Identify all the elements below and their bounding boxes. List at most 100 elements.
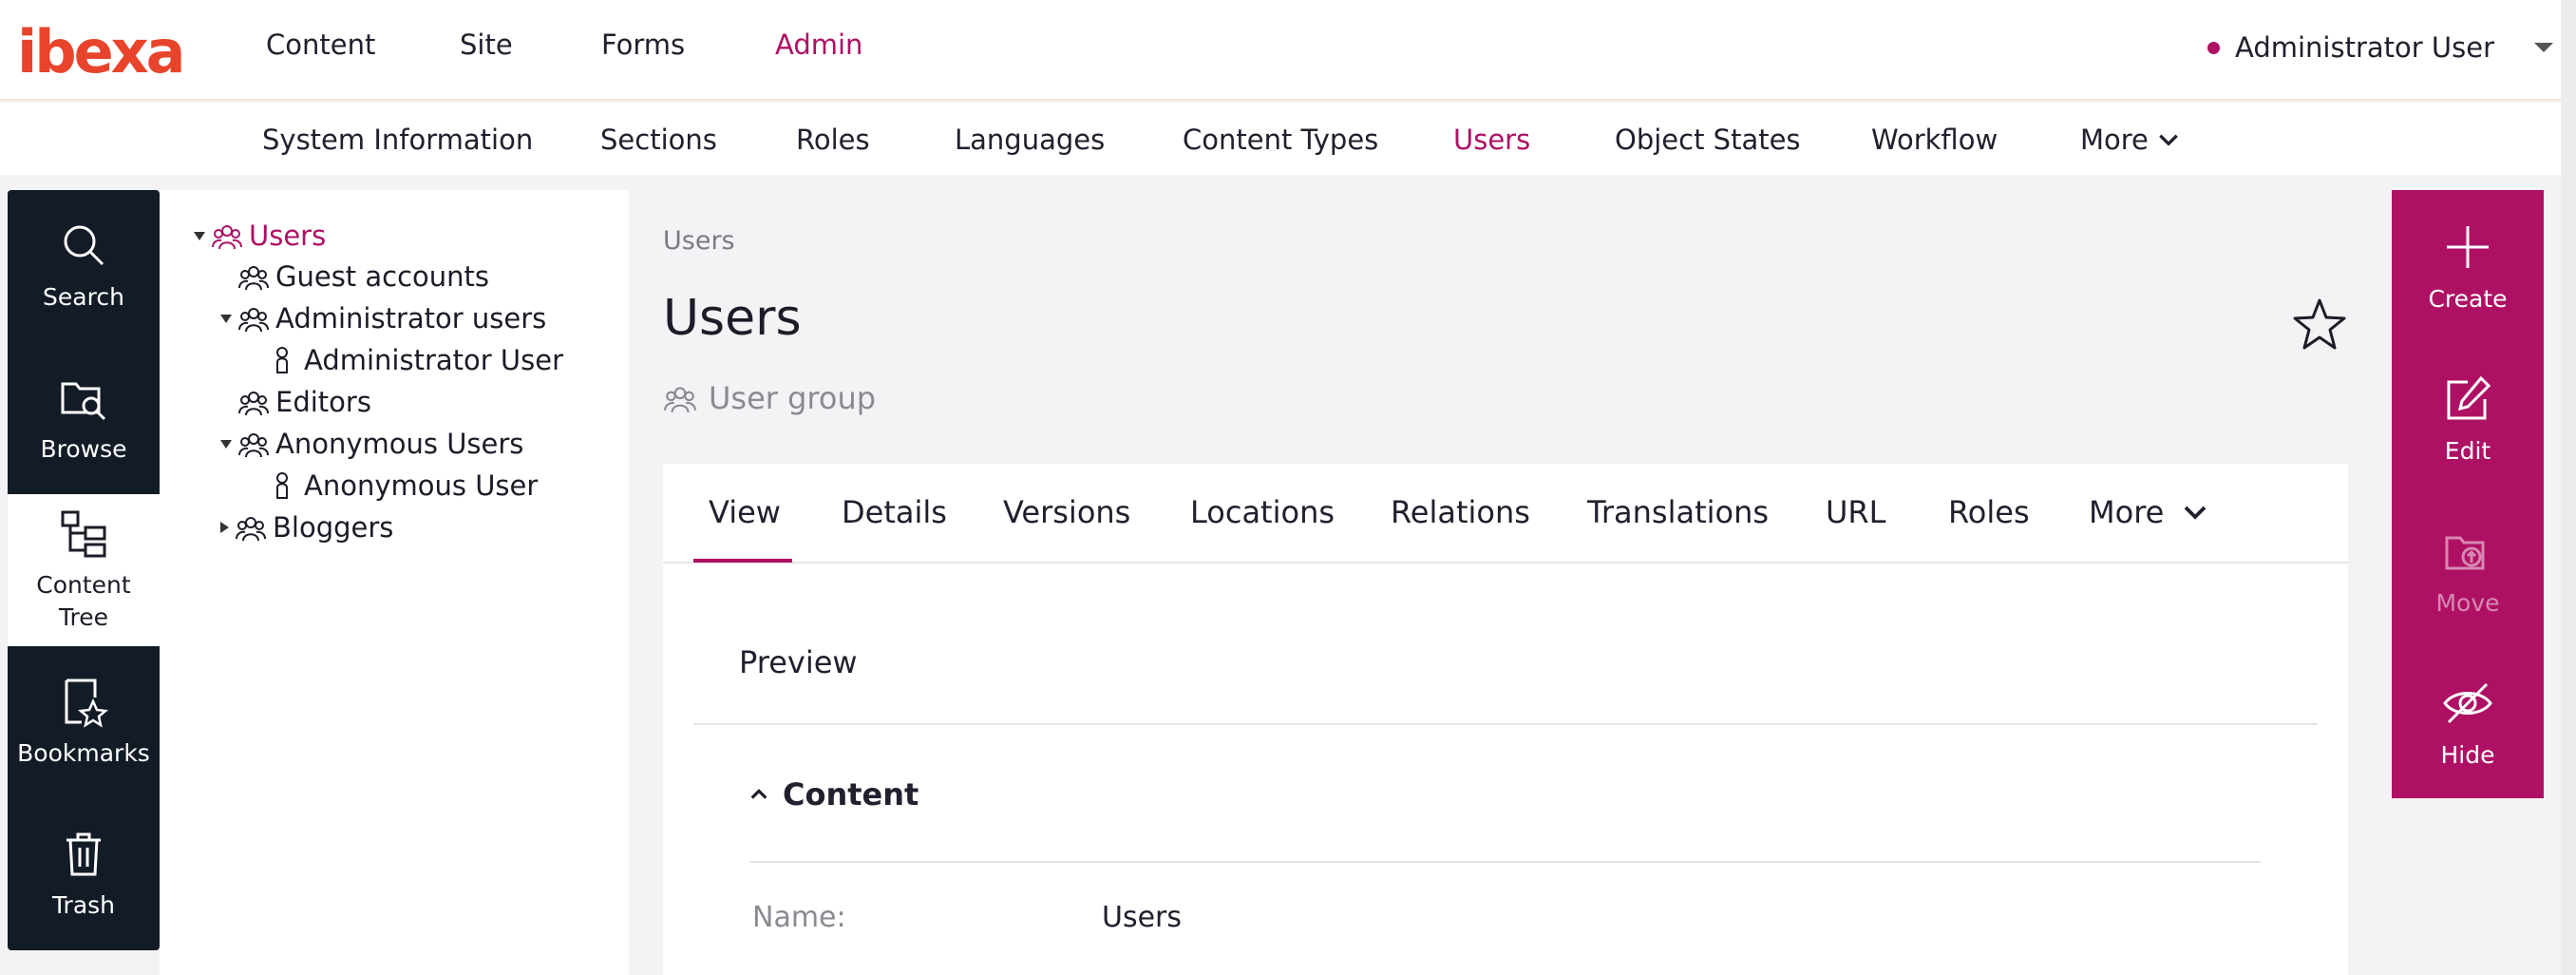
sidebar-trash-label: Trash [51,891,116,919]
caret-down-icon [2534,43,2553,52]
divider [750,861,2261,863]
hide-icon [2443,682,2492,723]
sidebar-bookmarks-label: Bookmarks [17,739,150,767]
content-tree-icon [61,510,106,558]
content-section-label: Content [783,776,919,812]
sidebar-trash[interactable]: Trash [8,798,160,950]
user-group-icon [212,225,242,250]
caret-collapsed-icon[interactable] [220,522,229,533]
content-type-name: User group [709,380,877,416]
caret-expanded-icon[interactable] [220,314,232,323]
sidebar-browse[interactable]: Browse [8,342,160,494]
nav-forms[interactable]: Forms [601,29,685,61]
hide-label: Hide [2440,740,2495,769]
tree-item-administrator-user[interactable]: Administrator User [266,339,563,381]
subnav-roles[interactable]: Roles [796,124,870,156]
label-line-1: Content [36,571,131,599]
edit-label: Edit [2444,436,2491,465]
sidebar-search-label: Search [43,283,124,311]
subnav-system-information[interactable]: System Information [262,124,533,156]
plus-icon [2447,225,2489,268]
tab-url[interactable]: URL [1826,494,1885,530]
field-name-label: Name: [752,901,846,934]
tab-versions[interactable]: Versions [1003,494,1130,530]
tab-more-label: More [2089,494,2165,530]
chevron-up-icon [750,789,767,799]
sidebar-bookmarks[interactable]: Bookmarks [8,646,160,798]
svg-text:ibexa: ibexa [17,25,183,82]
content-section-toggle[interactable]: Content [748,776,919,812]
tab-locations[interactable]: Locations [1190,494,1335,530]
tree-item-administrator-users[interactable]: Administrator users [220,297,546,339]
tree-item-label: Anonymous User [304,469,539,502]
tree-item-label: Users [249,220,327,252]
subnav-object-states[interactable]: Object States [1615,124,1801,156]
tab-translations[interactable]: Translations [1587,494,1769,530]
tree-item-label: Administrator User [304,344,564,376]
tree-item-anonymous-user[interactable]: Anonymous User [266,465,538,507]
move-button[interactable]: Move [2392,494,2544,646]
user-group-icon [238,266,269,291]
chevron-down-icon [2185,506,2207,520]
subnav-sections[interactable]: Sections [600,124,717,156]
page-title: Users [663,290,802,347]
user-menu[interactable]: Administrator User [2207,27,2553,68]
tab-relations[interactable]: Relations [1391,494,1530,530]
search-icon [64,225,104,266]
subnav-content-types[interactable]: Content Types [1183,124,1378,156]
tree-item-editors[interactable]: Editors [237,381,371,423]
user-group-icon [664,387,696,413]
breadcrumb[interactable]: Users [663,226,735,256]
hide-button[interactable]: Hide [2392,646,2544,798]
caret-expanded-icon[interactable] [194,231,205,240]
label-line-2: Tree [58,603,109,631]
subnav-users[interactable]: Users [1453,124,1530,156]
status-dot [2207,41,2220,54]
sidebar-search[interactable]: Search [8,190,160,342]
user-icon [276,347,288,373]
top-bar [0,0,2561,101]
user-group-icon [236,517,266,542]
tab-more[interactable]: More [2089,494,2209,530]
sidebar-content-tree-label: Content Tree [36,569,130,634]
sidebar-browse-label: Browse [40,435,127,463]
content-tabs-card [663,464,2348,975]
caret-expanded-icon[interactable] [220,439,232,449]
tree-item-bloggers[interactable]: Bloggers [220,507,393,548]
tree-item-guest-accounts[interactable]: Guest accounts [237,256,489,297]
tree-item-label: Anonymous Users [275,428,524,460]
sidebar-content-tree[interactable]: Content Tree [8,494,160,646]
browse-icon [61,382,106,421]
active-tab-indicator [693,559,792,563]
divider [693,723,2318,725]
tree-item-label: Guest accounts [275,260,490,293]
subnav-languages[interactable]: Languages [955,124,1105,156]
user-icon [276,472,288,499]
tab-view[interactable]: View [709,494,781,530]
tree-item-label: Bloggers [273,511,394,544]
subnav-workflow[interactable]: Workflow [1871,124,1998,156]
edit-icon [2447,375,2491,419]
user-group-icon [238,392,269,416]
content-type-label: User group [663,380,876,416]
nav-admin[interactable]: Admin [775,29,862,61]
ibexa-logo[interactable]: ibexa [17,25,192,82]
subnav-more[interactable]: More [2080,124,2181,156]
tree-item-anonymous-users[interactable]: Anonymous Users [220,423,523,465]
user-group-icon [238,433,269,458]
nav-content[interactable]: Content [266,29,375,61]
edit-button[interactable]: Edit [2392,342,2544,494]
move-label: Move [2435,588,2500,617]
nav-site[interactable]: Site [460,29,513,61]
create-label: Create [2428,284,2508,313]
tree-item-label: Administrator users [275,302,547,335]
bookmark-star-icon[interactable] [2289,295,2350,355]
move-icon [2445,536,2485,569]
tab-details[interactable]: Details [842,494,947,530]
page-scrollbar[interactable] [2561,0,2576,975]
tab-roles[interactable]: Roles [1948,494,2030,530]
create-button[interactable]: Create [2392,190,2544,342]
chevron-down-icon [2159,134,2178,146]
tree-item-users[interactable]: Users [194,215,326,257]
user-name: Administrator User [2234,31,2494,64]
